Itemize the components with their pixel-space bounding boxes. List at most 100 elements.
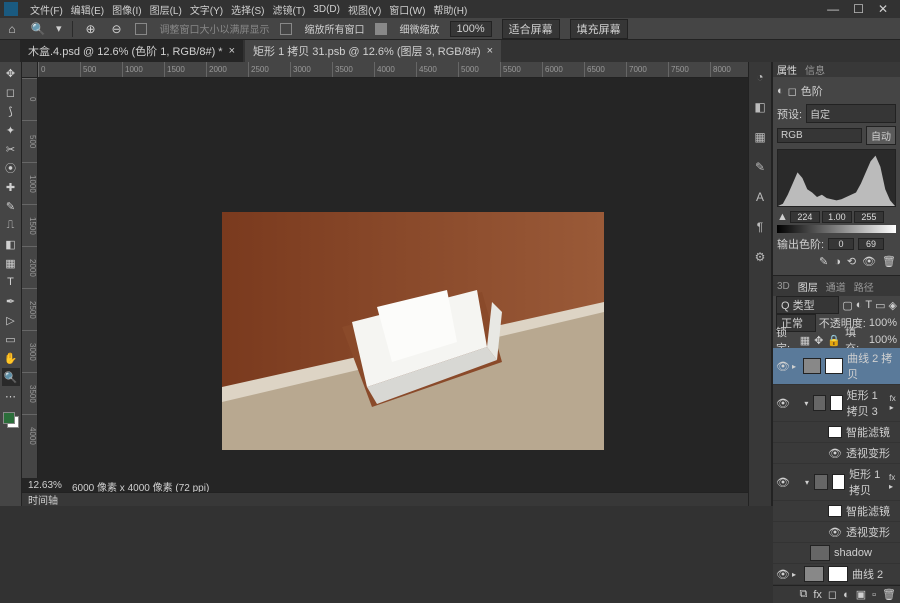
- menu-select[interactable]: 选择(S): [231, 2, 264, 17]
- fill-screen-button[interactable]: 填充屏幕: [570, 19, 628, 39]
- preset-select[interactable]: 自定: [806, 104, 896, 123]
- layer-row[interactable]: shadow: [773, 543, 900, 564]
- timeline-panel[interactable]: 时间轴: [22, 492, 748, 506]
- zoom-tool-icon[interactable]: 🔍: [30, 21, 46, 37]
- layer-fx-icon[interactable]: fx: [813, 589, 822, 601]
- input-black[interactable]: [790, 211, 820, 223]
- menu-3d[interactable]: 3D(D): [313, 4, 340, 15]
- scrubby-check[interactable]: [375, 23, 387, 35]
- black-point-icon[interactable]: ▲: [777, 211, 788, 223]
- menu-layer[interactable]: 图层(L): [150, 2, 182, 17]
- link-layers-icon[interactable]: ⧉: [800, 588, 808, 601]
- menu-view[interactable]: 视图(V): [348, 2, 381, 17]
- tab-3d[interactable]: 3D: [777, 281, 790, 292]
- zoom-all-check[interactable]: [280, 23, 292, 35]
- reset-icon[interactable]: ⟲: [847, 255, 856, 268]
- histogram[interactable]: [777, 149, 896, 207]
- canvas-area[interactable]: 0500100015002000250030003500400045005000…: [22, 62, 748, 506]
- layer-row[interactable]: 👁▸曲线 2: [773, 564, 900, 585]
- hand-tool[interactable]: ✋: [2, 349, 20, 367]
- type-tool[interactable]: T: [2, 273, 20, 291]
- home-icon[interactable]: ⌂: [4, 21, 20, 37]
- document-tab-1[interactable]: 木盒.4.psd @ 12.6% (色阶 1, RGB/8#) * ×: [20, 40, 243, 62]
- menu-window[interactable]: 窗口(W): [389, 2, 425, 17]
- channel-select[interactable]: RGB: [777, 128, 862, 143]
- menu-filter[interactable]: 滤镜(T): [273, 2, 306, 17]
- filter-visibility[interactable]: 👁: [828, 447, 842, 460]
- layer-mask-icon[interactable]: ◻: [828, 588, 837, 601]
- layer-row[interactable]: 👁▾矩形 1 拷贝fx ▸: [773, 464, 900, 501]
- menu-image[interactable]: 图像(I): [112, 2, 141, 17]
- visibility-toggle[interactable]: 👁: [776, 397, 788, 410]
- color-swatch[interactable]: [3, 412, 19, 428]
- layer-row[interactable]: 👁▸曲线 2 拷贝: [773, 348, 900, 385]
- tab-layers[interactable]: 图层: [798, 279, 818, 294]
- zoom-100-button[interactable]: 100%: [450, 21, 492, 37]
- visibility-toggle[interactable]: 👁: [776, 476, 788, 489]
- zoom-tool[interactable]: 🔍: [2, 368, 20, 386]
- lasso-tool[interactable]: ⟆: [2, 102, 20, 120]
- resize-window-check[interactable]: [135, 23, 147, 35]
- move-tool[interactable]: ✥: [2, 64, 20, 82]
- opacity-value[interactable]: 100%: [869, 317, 897, 329]
- wand-tool[interactable]: ✦: [2, 121, 20, 139]
- minimize-button[interactable]: —: [827, 2, 839, 16]
- lock-position-icon[interactable]: ✥: [814, 334, 823, 347]
- ruler-vertical[interactable]: 05001000150020002500300035004000: [22, 78, 38, 486]
- document-canvas[interactable]: [222, 212, 604, 450]
- filter-smart-icon[interactable]: ◈: [889, 299, 897, 312]
- fill-value[interactable]: 100%: [869, 334, 897, 346]
- heal-tool[interactable]: ✚: [2, 178, 20, 196]
- layer-row[interactable]: 智能滤镜: [773, 501, 900, 522]
- menu-file[interactable]: 文件(F): [30, 2, 63, 17]
- filter-adj-icon[interactable]: ◐: [856, 299, 863, 311]
- adjustment-layer-icon[interactable]: ◐: [843, 589, 850, 601]
- output-black[interactable]: [828, 238, 854, 250]
- visibility-toggle[interactable]: 👁: [776, 360, 788, 373]
- output-gradient[interactable]: [777, 225, 896, 233]
- eyedropper-tool[interactable]: ⦿: [2, 159, 20, 177]
- filter-shape-icon[interactable]: ▭: [875, 299, 885, 312]
- color-panel-icon[interactable]: ◧: [751, 98, 769, 116]
- input-white[interactable]: [854, 211, 884, 223]
- menu-help[interactable]: 帮助(H): [433, 2, 467, 17]
- fx-badge[interactable]: fx ▸: [890, 394, 897, 412]
- lock-all-icon[interactable]: 🔒: [827, 334, 841, 347]
- visibility-toggle[interactable]: 👁: [776, 568, 788, 581]
- brush-tool[interactable]: ✎: [2, 197, 20, 215]
- group-icon[interactable]: ▣: [856, 588, 866, 601]
- history-panel-icon[interactable]: ◔: [751, 68, 769, 86]
- marquee-tool[interactable]: ◻: [2, 83, 20, 101]
- close-button[interactable]: ✕: [878, 2, 888, 16]
- fit-screen-button[interactable]: 适合屏幕: [502, 19, 560, 39]
- eraser-tool[interactable]: ◧: [2, 235, 20, 253]
- layer-row[interactable]: 👁▾矩形 1 拷贝 3fx ▸: [773, 385, 900, 422]
- delete-layer-icon[interactable]: 🗑: [882, 588, 896, 601]
- zoom-out-icon[interactable]: ⊖: [109, 21, 125, 37]
- auto-button[interactable]: 自动: [866, 126, 896, 145]
- input-gamma[interactable]: [822, 211, 852, 223]
- visibility-icon[interactable]: 👁: [862, 255, 876, 268]
- menu-edit[interactable]: 编辑(E): [71, 2, 104, 17]
- zoom-display[interactable]: 12.63%: [24, 479, 66, 492]
- gradient-tool[interactable]: ▦: [2, 254, 20, 272]
- filter-visibility[interactable]: 👁: [828, 526, 842, 539]
- layer-list[interactable]: 👁▸曲线 2 拷贝👁▾矩形 1 拷贝 3fx ▸智能滤镜👁透视变形👁▾矩形 1 …: [773, 348, 900, 585]
- layer-filter[interactable]: Q 类型: [776, 296, 839, 314]
- eyedropper-black-icon[interactable]: ✎: [819, 255, 828, 268]
- shape-tool[interactable]: ▭: [2, 330, 20, 348]
- tab-paths[interactable]: 路径: [854, 279, 874, 294]
- filter-pixel-icon[interactable]: ▢: [842, 299, 852, 312]
- path-tool[interactable]: ▷: [2, 311, 20, 329]
- layer-row[interactable]: 👁透视变形: [773, 443, 900, 464]
- character-panel-icon[interactable]: A: [751, 188, 769, 206]
- filter-type-icon[interactable]: T: [865, 299, 872, 311]
- menu-type[interactable]: 文字(Y): [190, 2, 223, 17]
- ruler-origin[interactable]: [22, 62, 38, 78]
- fg-color[interactable]: [3, 412, 15, 424]
- lock-pixels-icon[interactable]: ▦: [800, 334, 810, 347]
- delete-icon[interactable]: 🗑: [882, 255, 896, 268]
- zoom-in-icon[interactable]: ⊕: [83, 21, 99, 37]
- layer-row[interactable]: 👁透视变形: [773, 522, 900, 543]
- maximize-button[interactable]: ☐: [853, 2, 864, 16]
